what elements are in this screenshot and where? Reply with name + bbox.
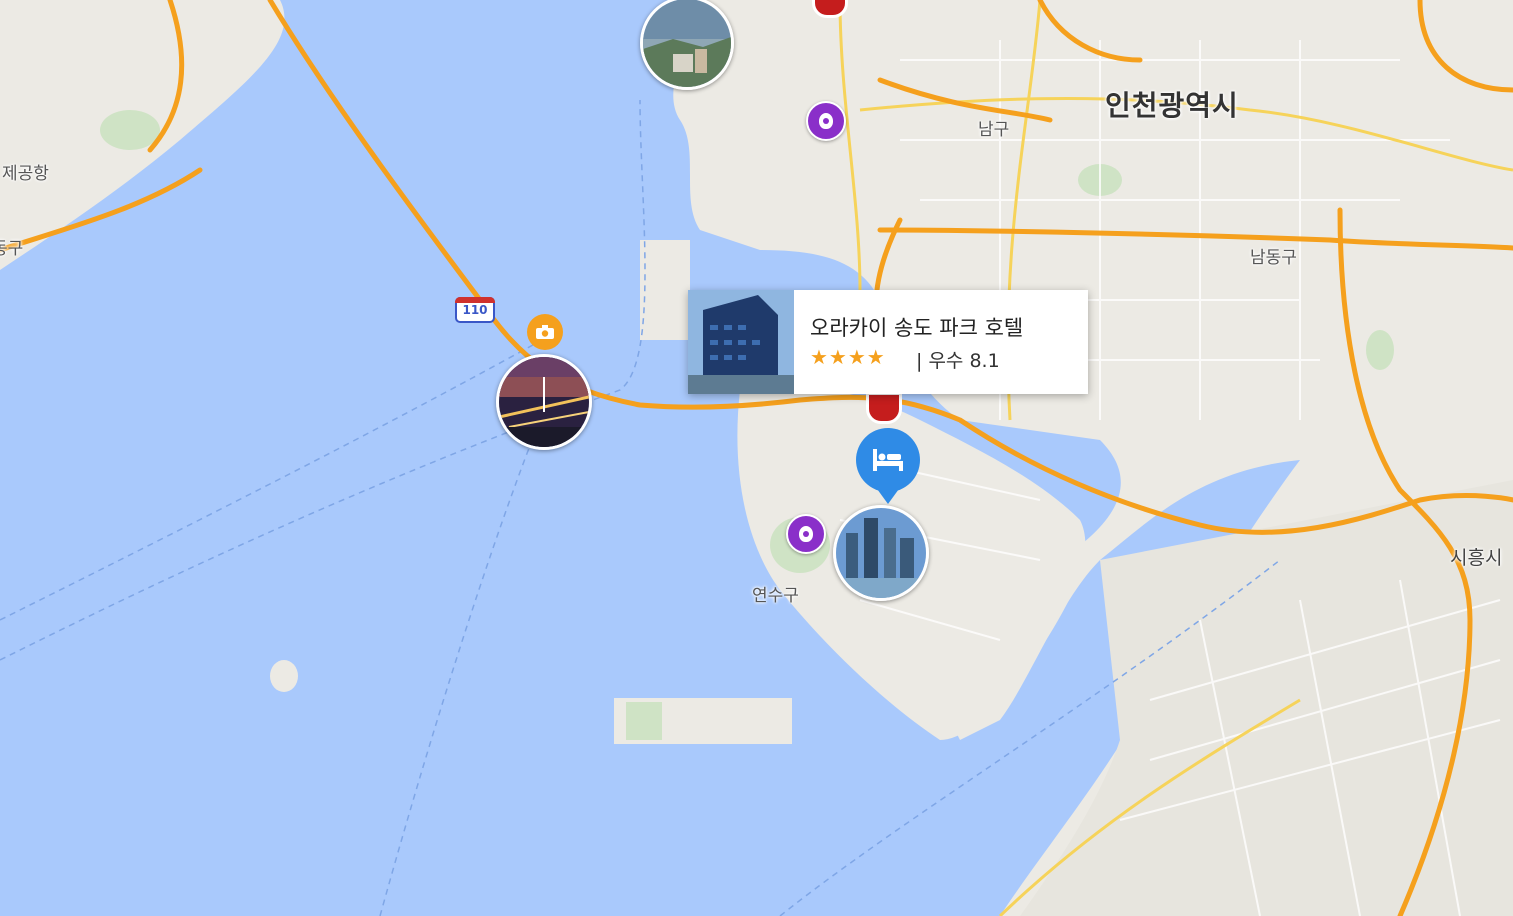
label-incheon-city: 인천광역시 <box>1105 89 1239 122</box>
photo-marker-songdo[interactable] <box>833 505 929 601</box>
map-canvas[interactable] <box>0 0 1513 916</box>
hotel-thumbnail[interactable] <box>688 290 794 394</box>
label-namgu: 남구 <box>978 120 1010 140</box>
hotel-marker[interactable] <box>856 428 920 504</box>
photo-marker-bridge[interactable] <box>496 354 592 450</box>
bed-icon <box>873 449 903 471</box>
lightbulb-icon <box>819 113 833 129</box>
label-siheung-city: 시흥시 <box>1450 547 1503 569</box>
route-110-shield: 110 <box>455 297 495 323</box>
attraction-marker-north[interactable] <box>806 101 846 141</box>
label-airport: 제공항 <box>2 164 49 184</box>
restaurant-marker[interactable] <box>866 392 902 424</box>
hotel-star-rating: ★★★★ <box>810 345 886 369</box>
photo-marker-wolmido[interactable] <box>640 0 734 90</box>
attraction-marker-songdo-park[interactable] <box>786 514 826 554</box>
camera-icon[interactable] <box>527 314 563 350</box>
hotel-info-popup[interactable]: 오라카이 송도 파크 호텔 ★★★★ | 우수 8.1 <box>688 290 1088 394</box>
lightbulb-icon <box>799 526 813 542</box>
hotel-name[interactable]: 오라카이 송도 파크 호텔 <box>810 312 1023 342</box>
hotel-review-score: | 우수 8.1 <box>916 350 1000 372</box>
label-namdonggu: 남동구 <box>1250 248 1297 268</box>
label-left-district: 동구 <box>0 239 24 259</box>
label-yeonsugu: 연수구 <box>752 586 799 606</box>
